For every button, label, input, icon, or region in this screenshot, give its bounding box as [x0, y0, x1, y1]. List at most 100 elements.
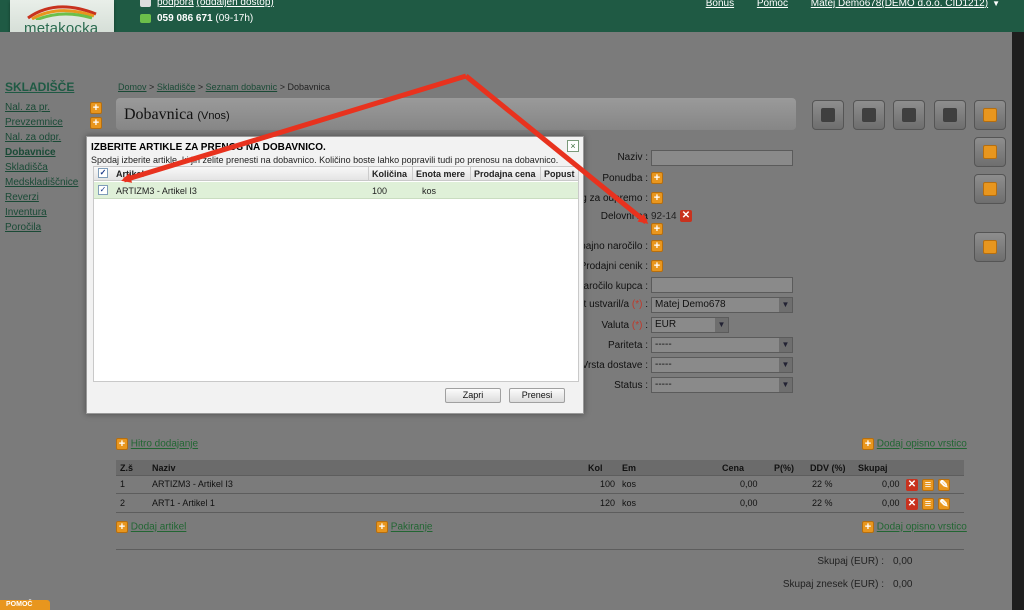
cell-zs: 2 — [120, 498, 126, 508]
naziv-input[interactable] — [651, 150, 793, 166]
copy-icon — [983, 145, 997, 159]
close-icon[interactable]: × — [567, 140, 579, 152]
transfer-button[interactable]: Prenesi — [509, 388, 565, 403]
col-kol: Kol — [588, 463, 603, 473]
copy-button[interactable] — [974, 137, 1006, 167]
edit-button[interactable] — [812, 100, 844, 130]
ustvaril-select[interactable]: Matej Demo678 ▼ — [651, 297, 793, 313]
cell-artikel: ARTIZM3 - Artikel I3 — [116, 186, 197, 196]
grid-row[interactable]: ✓ ARTIZM3 - Artikel I3 100 kos — [94, 182, 578, 199]
dostava-select[interactable]: ----- ▼ — [651, 357, 793, 373]
help-link[interactable]: Pomoč — [757, 0, 788, 9]
help-tab[interactable]: POMOČ — [0, 600, 50, 610]
pariteta-select[interactable]: ----- ▼ — [651, 337, 793, 353]
add-button[interactable] — [974, 100, 1006, 130]
plus-icon[interactable]: + — [651, 192, 663, 204]
settings-button[interactable] — [974, 174, 1006, 204]
select-all-checkbox[interactable]: ✓ — [98, 168, 108, 178]
add-description-bottom[interactable]: + Dodaj opisno vrstico — [862, 521, 967, 533]
divider — [368, 167, 369, 181]
move-icon[interactable]: ≡ — [922, 479, 934, 491]
required-mark: (*) — [631, 320, 643, 331]
bonus-link[interactable]: Bonus — [706, 0, 734, 9]
logo-swoosh-icon — [27, 5, 97, 20]
col-em: Em — [622, 463, 637, 473]
edit-icon[interactable]: ✎ — [938, 479, 950, 491]
sidebar-item-nal-za-pr[interactable]: Nal. za pr. + — [5, 102, 105, 117]
cell-kolicina[interactable]: 100 — [372, 186, 387, 196]
sidebar-title[interactable]: SKLADIŠČE — [5, 80, 105, 94]
chevron-down-icon[interactable]: ▼ — [779, 338, 792, 352]
packaging[interactable]: + Pakiranje — [376, 521, 432, 533]
chevron-down-icon[interactable]: ▼ — [779, 298, 792, 312]
chevron-down-icon[interactable]: ▼ — [779, 378, 792, 392]
breadcrumb-list[interactable]: Seznam dobavnic — [206, 82, 278, 92]
sidebar-item-prevzemnice[interactable]: Prevzemnice + — [5, 117, 105, 132]
cell-ddv: 22 % — [812, 498, 833, 508]
dialog-title: IZBERITE ARTIKLE ZA PRENOS NA DOBAVNICO. — [91, 142, 326, 153]
move-icon[interactable]: ≡ — [922, 498, 934, 510]
remote-access-link[interactable]: (oddaljen dostop) — [196, 0, 273, 8]
delete-button[interactable] — [934, 100, 966, 130]
add-article[interactable]: + Dodaj artikel — [116, 521, 186, 533]
table-row: 2 ART1 - Artikel 1 120 kos 0,00 22 % 0,0… — [116, 495, 964, 513]
close-button[interactable]: Zapri — [445, 388, 501, 403]
sidebar-item-label: Nal. za odpr. — [5, 132, 62, 143]
edit-icon[interactable]: ✎ — [938, 498, 950, 510]
mail-button[interactable] — [893, 100, 925, 130]
delete-icon[interactable]: ✕ — [680, 210, 692, 222]
cell-enota: kos — [422, 186, 437, 196]
plus-icon[interactable]: + — [90, 102, 102, 114]
chevron-down-icon[interactable]: ▼ — [992, 0, 1000, 8]
cell-ddv: 22 % — [812, 479, 833, 489]
breadcrumb-warehouse[interactable]: Skladišče — [157, 82, 196, 92]
sidebar-item-label: Poročila — [5, 222, 42, 233]
status-select[interactable]: ----- ▼ — [651, 377, 793, 393]
packaging-link[interactable]: Pakiranje — [391, 522, 433, 533]
sidebar-item-label: Nal. za pr. — [5, 102, 51, 113]
grand-total-label: Skupaj znesek (EUR) : — [782, 579, 884, 590]
plus-icon[interactable]: + — [651, 172, 663, 184]
breadcrumb-sep: > — [197, 82, 204, 92]
phone-hours: (09-17h) — [215, 13, 254, 24]
quick-add[interactable]: + Hitro dodajanje — [116, 438, 198, 450]
add-article-link[interactable]: Dodaj artikel — [131, 522, 187, 533]
add-description-link[interactable]: Dodaj opisno vrstico — [877, 439, 967, 450]
plus-icon[interactable]: + — [651, 260, 663, 272]
user-menu[interactable]: Matej Demo678(DEMO d.o.o. CID1212) — [811, 0, 988, 9]
plus-icon[interactable]: + — [90, 117, 102, 129]
totals-divider — [116, 549, 964, 550]
quick-add-link[interactable]: Hitro dodajanje — [131, 439, 198, 450]
settings-icon — [983, 182, 997, 196]
colon: : — [645, 299, 648, 310]
col-artikel: Artikel — [116, 169, 145, 179]
support-link[interactable]: podpora — [157, 0, 194, 8]
delete-icon[interactable]: ✕ — [906, 479, 918, 491]
add-description-top[interactable]: + Dodaj opisno vrstico — [862, 438, 967, 450]
ustvaril-text: t ustvaril/a — [583, 299, 630, 310]
plus-icon[interactable]: + — [651, 223, 663, 235]
delete-icon[interactable]: ✕ — [906, 498, 918, 510]
table-header: Z.š Naziv Kol Em Cena P(%) DDV (%) Skupa… — [116, 460, 964, 476]
plus-icon[interactable]: + — [651, 240, 663, 252]
grand-total-value: 0,00 — [893, 579, 913, 590]
phone-icon — [140, 13, 151, 23]
grid-header: ✓ Artikel Količina Enota mere Prodajna c… — [94, 167, 578, 181]
col-skupaj: Skupaj — [858, 463, 888, 473]
select-articles-dialog: IZBERITE ARTIKLE ZA PRENOS NA DOBAVNICO.… — [86, 136, 584, 414]
required-mark: (*) — [631, 299, 643, 310]
chevron-down-icon[interactable]: ▼ — [715, 318, 728, 332]
breadcrumb-home[interactable]: Domov — [118, 82, 147, 92]
support-line: podpora (oddaljen dostop) — [140, 0, 274, 8]
split-button[interactable] — [974, 232, 1006, 262]
split-icon — [983, 240, 997, 254]
breadcrumb-sep: > — [149, 82, 155, 92]
phone-number: 059 086 671 — [157, 13, 213, 24]
add-description-link[interactable]: Dodaj opisno vrstico — [877, 522, 967, 533]
valuta-select[interactable]: EUR ▼ — [651, 317, 729, 333]
cell-em: kos — [622, 498, 637, 508]
chevron-down-icon[interactable]: ▼ — [779, 358, 792, 372]
kupca-input[interactable] — [651, 277, 793, 293]
print-button[interactable] — [853, 100, 885, 130]
row-checkbox[interactable]: ✓ — [98, 185, 108, 195]
